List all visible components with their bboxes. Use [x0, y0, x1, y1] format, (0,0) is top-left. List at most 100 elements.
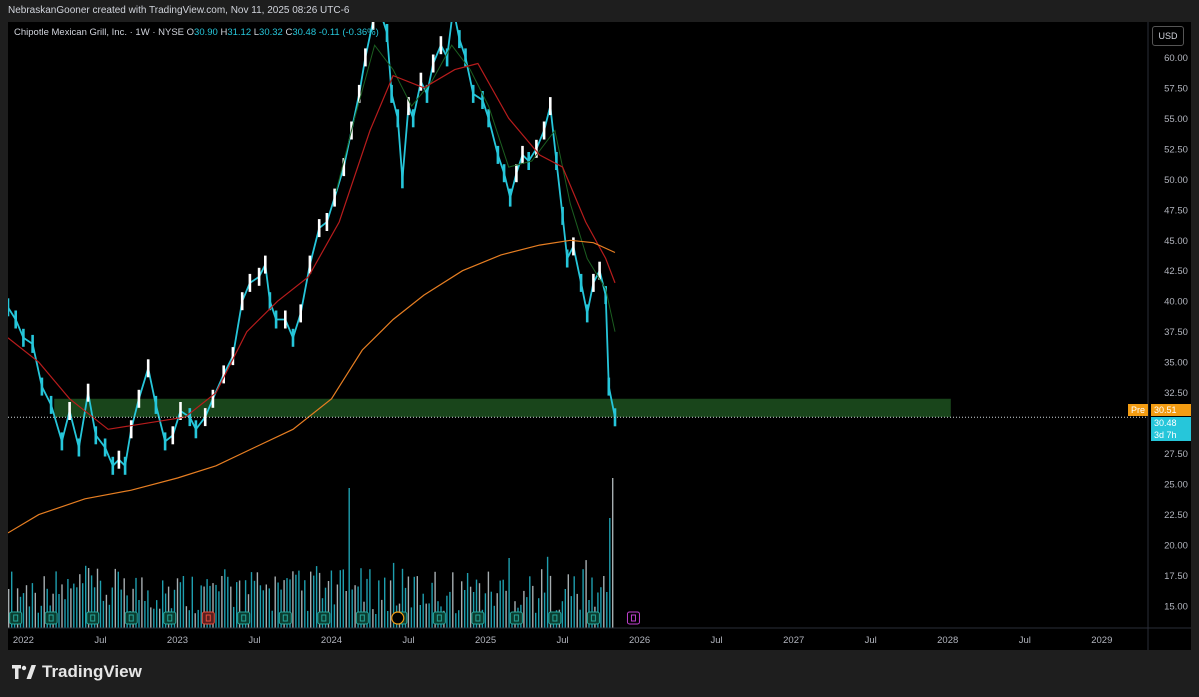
volume-bar [416, 576, 418, 628]
earnings-icon [586, 611, 600, 625]
price-axis-label: 40.00 [1164, 297, 1188, 308]
volume-bar [431, 582, 433, 628]
price-axis-label: 47.50 [1164, 205, 1188, 216]
price-axis-label: 60.00 [1164, 53, 1188, 64]
volume-bar [428, 603, 430, 628]
volume-bar [8, 589, 10, 628]
pre-market-label: Pre [1128, 404, 1149, 416]
volume-bar [144, 601, 146, 628]
volume-bar [410, 607, 413, 628]
volume-bar [490, 591, 492, 628]
volume-bar [310, 571, 312, 628]
volume-bar [102, 600, 105, 628]
volume-bar [265, 584, 267, 628]
volume-bar [34, 592, 36, 628]
volume-bar [351, 589, 353, 628]
series-ma-long [8, 239, 616, 534]
volume-bar [600, 587, 602, 628]
volume-bar [22, 593, 25, 628]
volume-bar [301, 590, 303, 628]
volume-bar [609, 518, 611, 628]
volume-bar [82, 583, 84, 628]
volume-bar [336, 584, 339, 628]
brand[interactable]: TradingView [12, 662, 142, 682]
volume-bar [292, 571, 294, 628]
volume-bar [230, 586, 232, 628]
volume-bar [508, 558, 510, 628]
volume-bar [194, 613, 196, 628]
earnings-icon [355, 611, 369, 625]
earnings-icon [626, 611, 640, 625]
earnings-icon [163, 611, 177, 625]
earnings-icon [44, 611, 58, 625]
volume-bar [570, 596, 572, 628]
time-axis-label: 2026 [629, 635, 650, 646]
volume-bar [469, 586, 472, 628]
volume-bar [182, 576, 185, 628]
time-axis-label: 2023 [167, 635, 188, 646]
price-axis-label: 45.00 [1164, 236, 1188, 247]
volume-bar [458, 610, 460, 628]
volume-bar [250, 572, 253, 628]
volume-bar [200, 585, 202, 628]
volume-bar [345, 591, 347, 628]
volume-bar [79, 574, 81, 628]
chart-pane[interactable]: 15.0017.5020.0022.5025.0027.5030.0032.50… [8, 22, 1191, 650]
volume-bar [111, 587, 113, 628]
volume-bar [141, 577, 143, 628]
symbol-legend: Chipotle Mexican Grill, Inc. · 1W · NYSE… [14, 27, 379, 38]
tradingview-logo-icon [12, 665, 36, 679]
volume-bar [425, 603, 427, 628]
volume-bar [387, 611, 389, 628]
volume-bar [298, 570, 300, 628]
volume-bar [64, 599, 66, 628]
volume-bar [150, 607, 152, 628]
volume-bar [117, 571, 119, 628]
volume-bar [384, 577, 386, 628]
volume-bar [227, 576, 229, 628]
volume-bar [99, 580, 102, 628]
volume-bar [215, 584, 217, 628]
volume-bar [505, 590, 507, 628]
volume-bar [612, 478, 614, 628]
volume-bar [85, 565, 87, 628]
volume-bar [526, 597, 528, 628]
volume-bar [535, 612, 537, 628]
volume-bar [40, 605, 42, 628]
volume-bar [499, 580, 501, 628]
volume-bar [603, 576, 605, 628]
volume-bar [108, 604, 111, 628]
price-axis-label: 42.50 [1164, 266, 1188, 277]
price-axis-label: 20.00 [1164, 541, 1188, 552]
price-chart[interactable]: 15.0017.5020.0022.5025.0027.5030.0032.50… [8, 22, 1191, 650]
earnings-icon [548, 611, 562, 625]
volume-bar [37, 612, 39, 628]
volume-bar [31, 583, 34, 628]
volume-bar [259, 585, 262, 628]
price-axis-label: 15.00 [1164, 602, 1188, 613]
chart-credit: NebraskanGooner created with TradingView… [0, 0, 1199, 22]
volume-bar [138, 600, 140, 628]
earnings-icon [86, 611, 100, 625]
volume-bar [233, 606, 235, 628]
time-axis-label: 2029 [1091, 635, 1112, 646]
bar-countdown: 3d 7h [1151, 429, 1191, 441]
currency-button[interactable]: USD [1152, 26, 1184, 46]
volume-bar [162, 580, 164, 628]
price-axis-label: 37.50 [1164, 327, 1188, 338]
volume-bar [114, 568, 116, 628]
time-axis-label: 2025 [475, 635, 496, 646]
volume-bar [496, 593, 498, 628]
volume-bar [304, 580, 306, 628]
volume-bar [25, 585, 28, 628]
volume-bar [422, 593, 424, 628]
volume-bar [313, 575, 315, 628]
volume-bar [455, 613, 457, 628]
volume-bar [70, 588, 72, 628]
volume-bar [197, 609, 199, 628]
volume-bar [606, 592, 608, 628]
earnings-icon [201, 611, 215, 625]
volume-bar [105, 594, 108, 628]
time-axis-label: Jul [557, 635, 569, 646]
earnings-icon [509, 611, 523, 625]
